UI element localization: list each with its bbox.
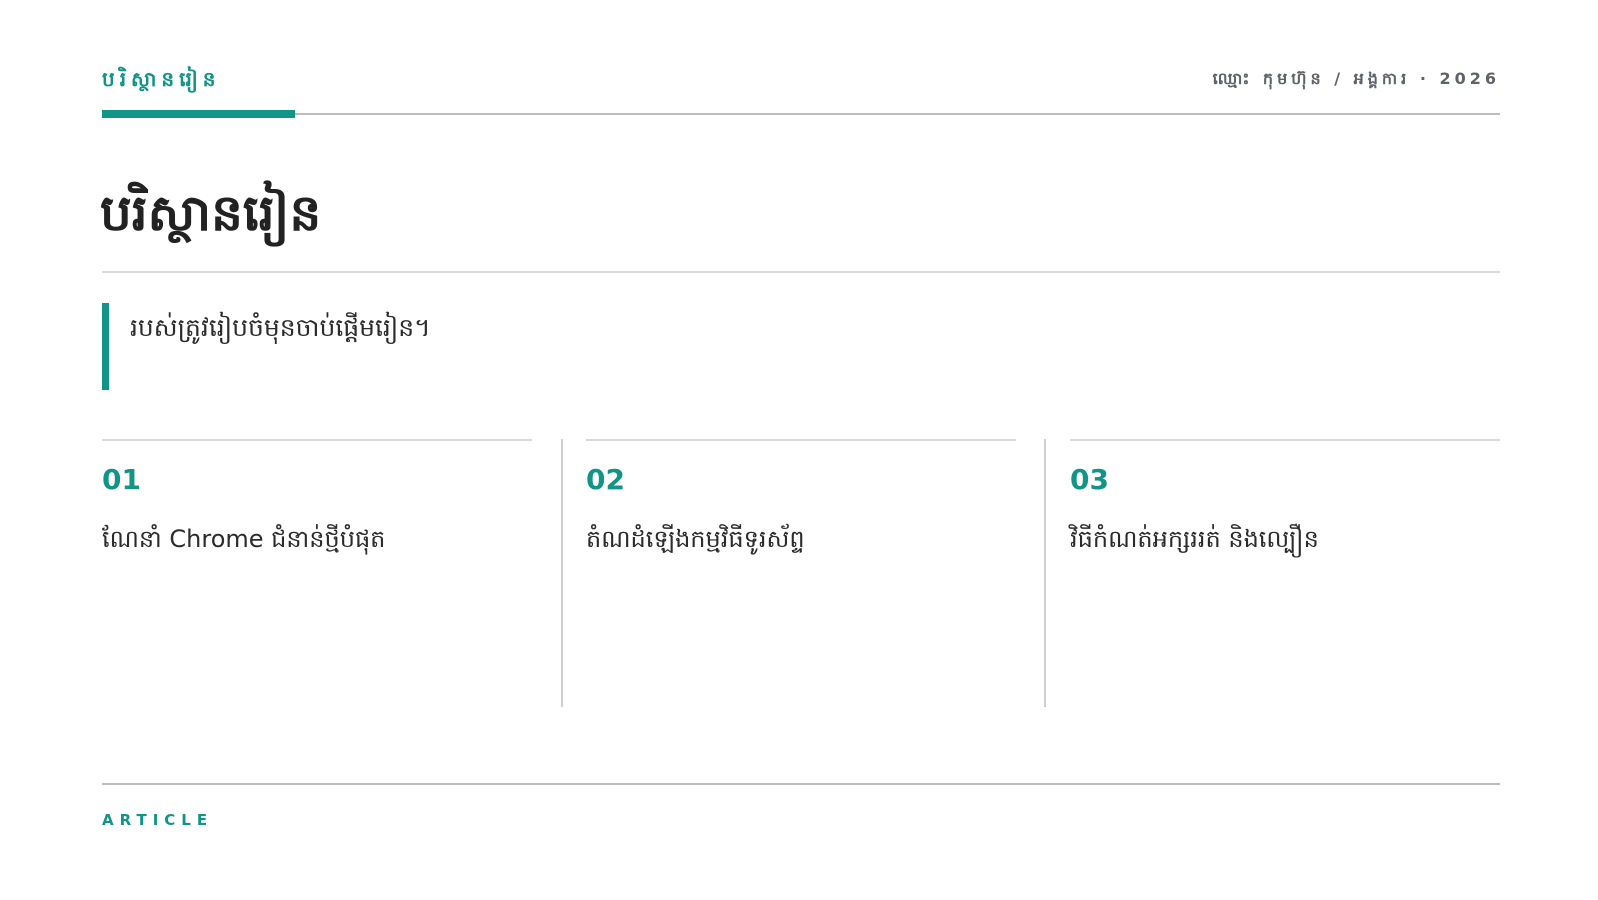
item-number: 01 <box>102 463 141 496</box>
list-item: 01 ណែនាំ Chrome ជំនាន់ថ្មីបំផុត <box>102 439 532 707</box>
item-number: 03 <box>1070 463 1109 496</box>
footer-label: ARTICLE <box>102 811 214 829</box>
footer-divider <box>102 783 1500 785</box>
item-top-rule <box>586 439 1016 441</box>
column-divider <box>1044 439 1046 707</box>
header-divider <box>102 113 1500 115</box>
item-text: វិធីកំណត់អក្សររត់ និងល្បឿន <box>1070 525 1319 553</box>
item-text: តំណដំឡើងកម្មវិធីទូរស័ព្ទ <box>586 525 805 553</box>
callout-accent-bar <box>102 303 109 390</box>
item-top-rule <box>102 439 532 441</box>
page-header: បរិស្ថានរៀន ឈ្មោះ កុមហ៊ុន / អង្គការ · 20… <box>102 62 1500 118</box>
intro-callout: របស់ត្រូវរៀបចំមុនចាប់ផ្តើមរៀន។ <box>102 303 1002 390</box>
title-divider <box>102 271 1500 273</box>
callout-text: របស់ត្រូវរៀបចំមុនចាប់ផ្តើមរៀន។ <box>130 313 431 342</box>
section-kicker: បរិស្ថានរៀន <box>102 67 221 91</box>
list-item: 03 វិធីកំណត់អក្សររត់ និងល្បឿន <box>1070 439 1500 707</box>
list-item: 02 តំណដំឡើងកម្មវិធីទូរស័ព្ទ <box>586 439 1016 707</box>
column-divider <box>561 439 563 707</box>
page-title: បរិស្ថានរៀន <box>100 183 322 242</box>
item-text: ណែនាំ Chrome ជំនាន់ថ្មីបំផុត <box>102 525 386 553</box>
organization-meta: ឈ្មោះ កុមហ៊ុន / អង្គការ · 2026 <box>1212 69 1500 88</box>
item-top-rule <box>1070 439 1500 441</box>
item-number: 02 <box>586 463 625 496</box>
header-accent-bar <box>102 110 295 118</box>
item-columns: 01 ណែនាំ Chrome ជំនាន់ថ្មីបំផុត 02 តំណដំ… <box>102 439 1500 707</box>
